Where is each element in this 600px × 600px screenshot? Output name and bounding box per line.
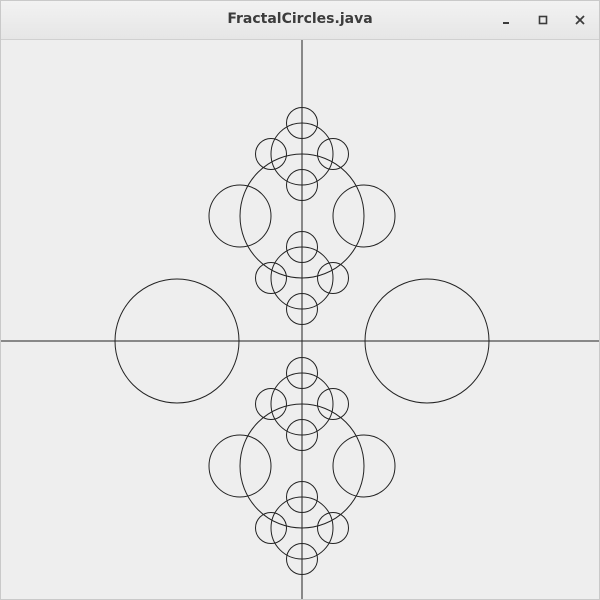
maximize-button[interactable]	[533, 10, 553, 30]
close-button[interactable]	[570, 10, 590, 30]
title-bar[interactable]: FractalCircles.java	[1, 1, 599, 40]
maximize-icon	[538, 15, 548, 25]
drawing-canvas	[1, 40, 599, 599]
minimize-icon	[503, 22, 509, 24]
app-window: FractalCircles.java	[0, 0, 600, 600]
minimize-button[interactable]	[496, 10, 516, 30]
fractal-circles-drawing	[1, 40, 599, 599]
close-icon	[575, 15, 585, 25]
